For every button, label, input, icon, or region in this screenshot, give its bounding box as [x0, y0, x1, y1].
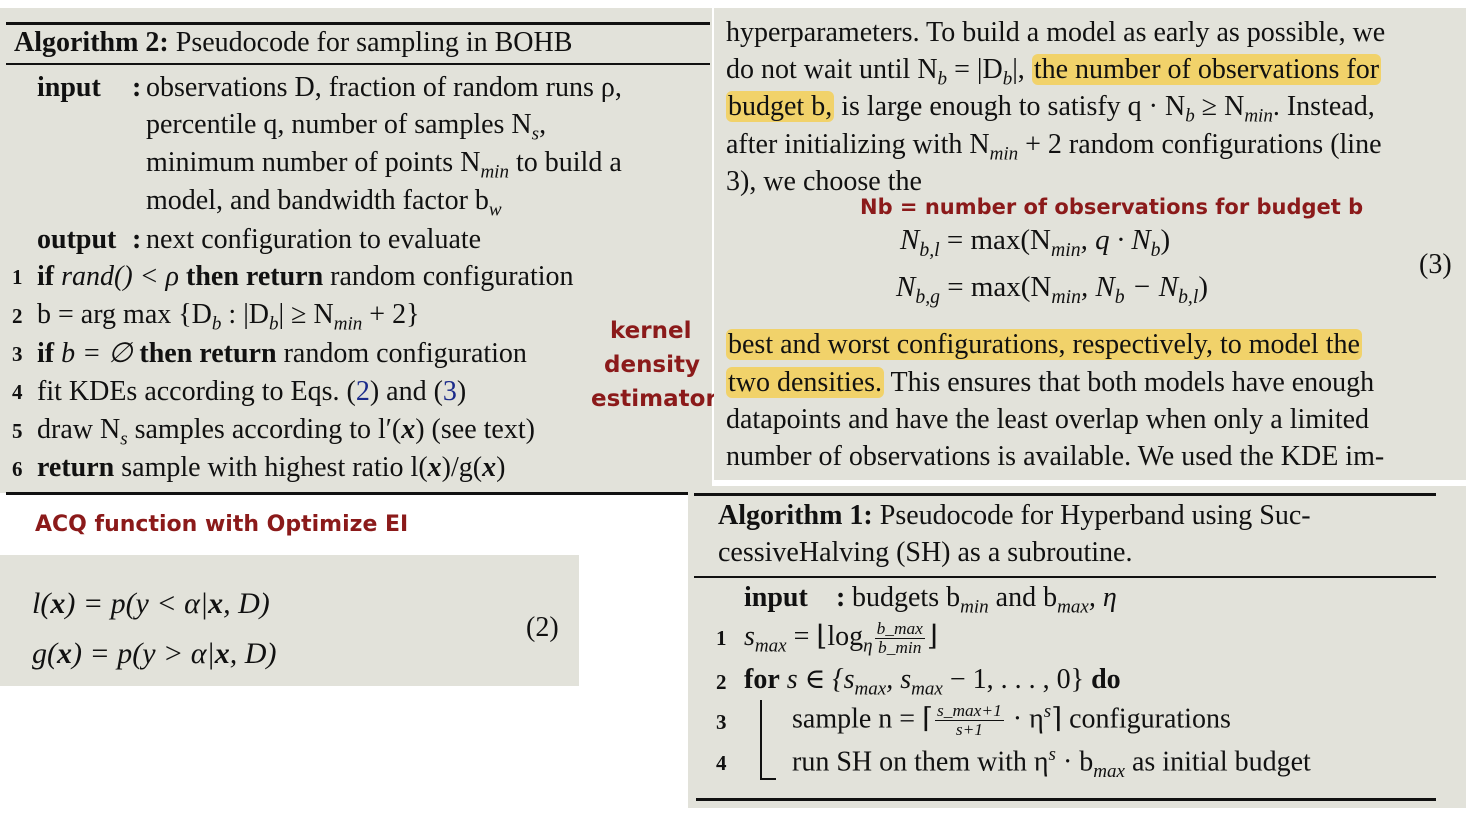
- alg2-line-3: if b = ∅ then return random configuratio…: [37, 338, 527, 369]
- alg2-bottom-rule: [6, 492, 688, 495]
- alg1-loop-bar-foot: [760, 778, 776, 780]
- eq2-line-2: g(x) = p(y > α|x, D): [32, 637, 277, 670]
- text-line-7: two densities. This ensures that both mo…: [726, 367, 1375, 398]
- highlight-best-worst: best and worst configurations, respectiv…: [726, 329, 1362, 360]
- alg1-line-3: sample n = ⌈ s_max+1 s+1 · ηs⌉ configurati…: [792, 701, 1231, 740]
- alg2-line-number-5: 5: [12, 419, 23, 443]
- text-line-3: budget b, is large enough to satisfy q ·…: [726, 91, 1375, 127]
- text-line-2: do not wait until Nb = |Db|, the number …: [726, 54, 1382, 90]
- alg1-top-rule: [694, 493, 1436, 496]
- text-line-9: number of observations is available. We …: [726, 441, 1385, 472]
- estimator-annotation: estimator: [591, 386, 717, 412]
- alg2-input-line-3: minimum number of points Nmin to build a: [146, 147, 622, 183]
- alg2-line-6: return sample with highest ratio l(x)/g(…: [37, 452, 506, 483]
- alg1-title-line-1: Algorithm 1: Pseudocode for Hyperband us…: [718, 500, 1311, 531]
- alg2-line-number-2: 2: [12, 304, 23, 328]
- alg1-bottom-rule: [696, 798, 1436, 801]
- alg2-output-keyword: output: [37, 224, 117, 255]
- eq2-number: (2): [526, 612, 559, 643]
- alg2-line-number-4: 4: [12, 380, 23, 404]
- text-line-1: hyperparameters. To build a model as ear…: [726, 17, 1386, 48]
- eq2-line-1: l(x) = p(y < α|x, D): [32, 587, 270, 620]
- highlight-budget: budget b,: [726, 91, 835, 122]
- text-line-6: best and worst configurations, respectiv…: [726, 329, 1362, 360]
- alg1-title-rule: [694, 576, 1436, 578]
- alg2-output-text: next configuration to evaluate: [146, 224, 482, 255]
- alg1-line-2: for s ∈ {smax, smax − 1, . . . , 0} do: [744, 664, 1121, 700]
- eq3-number: (3): [1419, 249, 1452, 280]
- alg2-top-rule: [6, 22, 710, 25]
- alg1-input-keyword: input: [744, 582, 808, 613]
- alg2-line-4: fit KDEs according to Eqs. (2) and (3): [37, 376, 467, 407]
- alg2-line-2: b = arg max {Db : |Db| ≥ Nmin + 2}: [37, 299, 420, 335]
- alg2-input-keyword: input: [37, 72, 101, 103]
- alg2-line-1: if rand() < ρ then return random configu…: [37, 261, 574, 292]
- alg1-loop-bar: [760, 700, 762, 780]
- alg1-line-number-3: 3: [716, 710, 727, 734]
- alg2-input-line-2: percentile q, number of samples Ns,: [146, 109, 547, 145]
- text-line-5: 3), we choose the: [726, 166, 922, 197]
- text-line-8: datapoints and have the least overlap wh…: [726, 404, 1370, 435]
- alg1-title-line-2: cessiveHalving (SH) as a subroutine.: [718, 537, 1133, 568]
- eq3-line-2: Nb,g = max(Nmin, Nb − Nb,l): [896, 271, 1208, 308]
- eq3-line-1: Nb,l = max(Nmin, q · Nb): [900, 224, 1171, 261]
- text-line-4: after initializing with Nmin + 2 random …: [726, 129, 1382, 165]
- alg2-line-number-3: 3: [12, 342, 23, 366]
- alg1-line-number-2: 2: [716, 670, 727, 694]
- alg1-line-number-1: 1: [716, 626, 727, 650]
- alg2-input-line-1: observations D, fraction of random runs …: [146, 72, 622, 103]
- density-annotation: density: [604, 352, 700, 378]
- alg2-output-colon: :: [132, 224, 142, 255]
- alg2-input-line-4: model, and bandwidth factor bw: [146, 185, 502, 221]
- alg2-line-5: draw Ns samples according to l′(x) (see …: [37, 414, 535, 450]
- alg1-input-text: budgets bmin and bmax, η: [852, 582, 1117, 618]
- highlight-observations: the number of observations for: [1031, 54, 1382, 85]
- highlight-two-densities: two densities.: [726, 367, 884, 398]
- kernel-annotation: kernel: [610, 318, 692, 344]
- acq-function-annotation: ACQ function with Optimize EI: [35, 512, 409, 537]
- alg1-line-1: smax = ⌊logη b_max b_min ⌋: [744, 619, 938, 658]
- alg2-title: Algorithm 2: Pseudocode for sampling in …: [14, 27, 573, 58]
- alg2-line-number-6: 6: [12, 457, 23, 481]
- alg1-line-4: run SH on them with ηs · bmax as initial…: [792, 744, 1311, 782]
- alg1-line-number-4: 4: [716, 751, 727, 775]
- alg2-line-number-1: 1: [12, 265, 23, 289]
- alg2-title-rule: [6, 63, 710, 65]
- alg1-input-colon: :: [836, 582, 846, 613]
- alg2-input-colon: :: [132, 72, 142, 103]
- nb-annotation: Nb = number of observations for budget b: [860, 195, 1364, 219]
